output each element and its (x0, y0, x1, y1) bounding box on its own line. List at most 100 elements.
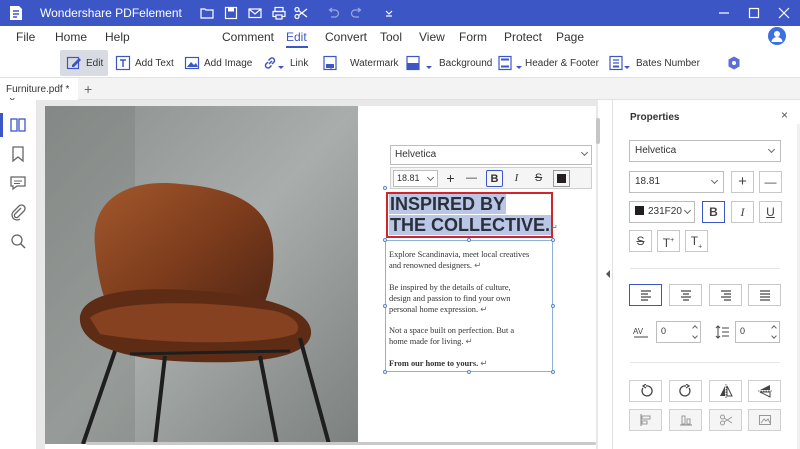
add-image-button[interactable]: Add Image (184, 50, 252, 76)
spin-up-icon[interactable] (771, 325, 777, 331)
ribbon-settings-button[interactable] (726, 50, 746, 76)
font-color-select[interactable]: 231F20 (629, 201, 695, 223)
background-button[interactable]: Background (405, 50, 492, 76)
customize-arrow-icon[interactable] (381, 5, 397, 21)
resize-handle[interactable] (551, 370, 555, 374)
menu-view[interactable]: View (419, 30, 445, 44)
align-center-button[interactable] (669, 284, 702, 306)
minimize-icon[interactable] (716, 5, 732, 21)
resize-handle[interactable] (467, 238, 471, 242)
align-objects-bottom-button[interactable] (669, 409, 702, 431)
headline-line-1[interactable]: INSPIRED BY (389, 194, 507, 214)
menu-page[interactable]: Page (556, 30, 584, 44)
crop-button[interactable] (709, 409, 742, 431)
print-icon[interactable] (271, 5, 287, 21)
expand-properties-arrow[interactable] (606, 270, 610, 278)
increase-size-button[interactable]: + (731, 171, 754, 193)
paragraph-4: From our home to yours. ↵ (389, 358, 554, 369)
bates-number-dropdown-caret[interactable] (624, 66, 630, 69)
float-decrease-size-button[interactable]: — (463, 170, 480, 187)
paragraph-4-text: From our home to yours. (389, 359, 479, 368)
menu-home[interactable]: Home (55, 30, 87, 44)
redo-icon[interactable] (349, 5, 365, 21)
headline-line-2[interactable]: THE COLLECTIVE. (389, 215, 552, 235)
float-increase-size-button[interactable]: + (442, 170, 459, 187)
font-size-select[interactable]: 18.81 (629, 171, 724, 193)
float-bold-button[interactable]: B (486, 170, 503, 187)
menu-comment[interactable]: Comment (222, 30, 274, 44)
float-color-button[interactable] (553, 170, 570, 187)
save-icon[interactable] (223, 5, 239, 21)
tab-furniture-pdf[interactable]: Furniture.pdf * × (0, 78, 78, 107)
email-icon[interactable] (247, 5, 263, 21)
undo-icon[interactable] (325, 5, 341, 21)
resize-handle[interactable] (383, 370, 387, 374)
background-dropdown-caret[interactable] (426, 66, 432, 69)
user-avatar-icon[interactable] (768, 27, 786, 45)
align-objects-left-button[interactable] (629, 409, 662, 431)
italic-button[interactable]: I (731, 201, 754, 223)
font-family-select[interactable]: Helvetica (629, 140, 781, 162)
edit-tool-button[interactable]: Edit (60, 50, 108, 76)
vertical-scrollbar[interactable] (596, 118, 600, 144)
float-font-select[interactable]: Helvetica (390, 145, 592, 165)
justify-button[interactable] (748, 284, 781, 306)
subscript-button[interactable]: T+ (685, 230, 708, 252)
thumbnails-icon[interactable] (8, 115, 28, 135)
chair-photo[interactable] (45, 106, 358, 444)
header-footer-dropdown-caret[interactable] (516, 66, 522, 69)
menu-convert[interactable]: Convert (325, 30, 367, 44)
link-dropdown-caret[interactable] (278, 66, 284, 69)
strikethrough-button[interactable]: S (629, 230, 652, 252)
float-strikethrough-button[interactable]: S (530, 170, 547, 187)
resize-handle[interactable] (467, 370, 471, 374)
resize-handle[interactable] (383, 304, 387, 308)
maximize-icon[interactable] (746, 5, 762, 21)
decrease-size-button[interactable]: — (759, 171, 782, 193)
search-icon[interactable] (8, 231, 28, 251)
superscript-button[interactable]: T+ (657, 230, 680, 252)
replace-image-button[interactable] (748, 409, 781, 431)
align-right-button[interactable] (709, 284, 742, 306)
resize-handle[interactable] (383, 186, 387, 190)
underline-button[interactable]: U (759, 201, 782, 223)
menu-file[interactable]: File (16, 30, 35, 44)
spin-up-icon[interactable] (692, 325, 698, 331)
watermark-button[interactable]: Watermark (322, 50, 399, 76)
resize-handle[interactable] (551, 238, 555, 242)
close-properties-icon[interactable]: × (781, 108, 788, 122)
menu-tool[interactable]: Tool (380, 30, 402, 44)
line-spacing-input[interactable]: 0 (735, 321, 780, 343)
scissors-icon[interactable] (293, 5, 309, 21)
font-family-value: Helvetica (635, 145, 677, 156)
menu-edit[interactable]: Edit (286, 30, 307, 44)
menu-help[interactable]: Help (105, 30, 130, 44)
add-text-button[interactable]: Add Text (115, 50, 174, 76)
spin-down-icon[interactable] (692, 333, 698, 339)
header-footer-button[interactable]: Header & Footer (497, 50, 599, 76)
bookmark-icon[interactable] (8, 144, 28, 164)
menu-form[interactable]: Form (459, 30, 487, 44)
horizontal-scrollbar[interactable] (86, 442, 596, 445)
attachment-icon[interactable] (8, 202, 28, 222)
open-folder-icon[interactable] (199, 5, 215, 21)
rotate-right-button[interactable] (669, 380, 702, 402)
bold-button[interactable]: B (702, 201, 725, 223)
watermark-dropdown-caret[interactable] (328, 66, 334, 69)
float-italic-button[interactable]: I (508, 170, 525, 187)
character-spacing-input[interactable]: 0 (656, 321, 701, 343)
float-size-select[interactable]: 18.81 (393, 170, 438, 187)
menu-protect[interactable]: Protect (504, 30, 542, 44)
link-button[interactable]: Link (262, 50, 308, 76)
new-tab-icon[interactable]: + (84, 81, 92, 97)
line-spacing-icon (714, 324, 730, 340)
spin-down-icon[interactable] (771, 333, 777, 339)
flip-vertical-button[interactable] (748, 380, 781, 402)
close-window-icon[interactable] (776, 5, 792, 21)
flip-horizontal-button[interactable] (709, 380, 742, 402)
bates-number-button[interactable]: Bates Number (608, 50, 700, 76)
comment-icon[interactable] (8, 173, 28, 193)
resize-handle[interactable] (383, 238, 387, 242)
align-left-button[interactable] (629, 284, 662, 306)
rotate-left-button[interactable] (629, 380, 662, 402)
